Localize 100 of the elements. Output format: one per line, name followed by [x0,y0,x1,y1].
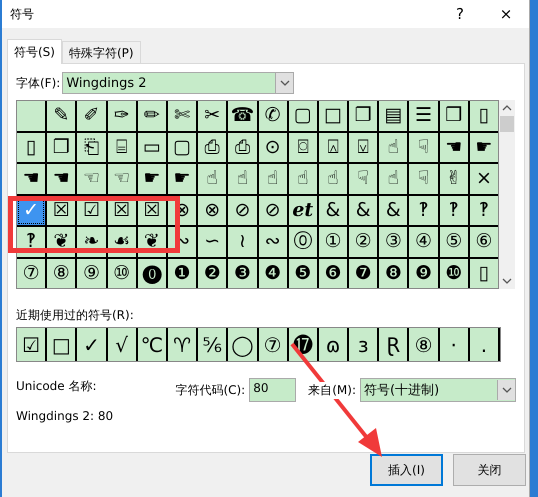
symbol-cell[interactable]: ❶ [168,258,196,288]
symbol-cell[interactable]: ⍓ [318,132,348,162]
recent-symbol-cell[interactable]: ℃ [138,328,166,361]
symbol-cell[interactable]: ☛ [168,164,196,194]
symbol-cell[interactable]: ▤ [379,101,408,130]
symbol-cell[interactable]: ④ [409,227,438,256]
symbol-cell[interactable]: ☰ [409,101,438,130]
scroll-down-icon[interactable] [502,276,512,286]
symbol-cell[interactable]: ⓪ [288,227,317,256]
symbol-cell[interactable]: ☜ [77,164,106,194]
symbol-cell[interactable]: ☎ [228,101,256,130]
symbol-cell[interactable]: & [318,196,348,225]
symbol-cell[interactable]: ≀ [228,227,256,256]
symbol-cell[interactable]: ⑩ [108,258,136,288]
symbol-cell[interactable]: ‽ [409,196,438,225]
symbol-cell[interactable]: ☛ [470,132,498,162]
symbol-cell[interactable]: ❿ [440,258,468,288]
chevron-down-icon[interactable] [502,385,512,395]
symbol-cell[interactable]: □ [318,101,348,130]
symbol-cell[interactable]: ⑤ [440,227,468,256]
symbol-cell[interactable]: & [379,196,408,225]
tab[interactable]: 符号(S) [7,39,62,64]
char-code-field[interactable]: 80 [249,378,296,402]
recent-symbol-cell[interactable]: Ɽ [379,328,408,361]
chevron-down-icon[interactable] [280,78,290,88]
close-button[interactable]: × [483,0,529,28]
symbol-cell[interactable]: ❻ [318,258,348,288]
symbol-cell[interactable]: ❒ [440,101,468,130]
symbol-cell[interactable]: ✏ [138,101,166,130]
symbol-cell[interactable]: ☛ [138,164,166,194]
scrollbar-thumb[interactable] [500,116,514,132]
recent-symbol-cell[interactable]: ɷ [318,328,348,361]
symbol-cell[interactable]: ☟ [409,164,438,194]
symbol-cell[interactable]: ⌸ [108,132,136,162]
symbol-cell[interactable]: ☝ [288,164,317,194]
close-dialog-button[interactable]: 关闭 [453,454,526,486]
symbol-cell[interactable]: ⌼ [288,132,317,162]
symbol-cell[interactable]: ‽ [470,196,498,225]
symbol-cell[interactable]: ⎗ [77,132,106,162]
symbol-cell[interactable]: ▭ [138,132,166,162]
scroll-up-icon[interactable] [502,103,512,113]
symbol-cell[interactable]: ❾ [409,258,438,288]
symbol-cell[interactable]: ⊗ [198,196,226,225]
symbol-cell[interactable]: ③ [379,227,408,256]
symbol-cell[interactable] [17,101,46,130]
symbol-cell[interactable]: ❼ [349,258,378,288]
symbol-cell[interactable]: ☝ [228,164,256,194]
symbol-cell[interactable]: ⎙ [228,132,256,162]
symbol-cell[interactable]: ⊘ [228,196,256,225]
symbol-cell[interactable]: ▢ [288,101,317,130]
symbol-cell[interactable]: ⓿ [138,258,166,288]
insert-button[interactable]: 插入(I) [370,454,443,486]
symbol-cell[interactable]: ∽ [198,227,226,256]
symbol-cell[interactable]: ▯ [17,132,46,162]
symbol-cell[interactable]: ∾ [258,227,287,256]
symbol-cell[interactable]: ✄ [168,101,196,130]
help-button[interactable]: ? [437,0,483,28]
recent-symbol-cell[interactable]: ⅚ [198,328,226,361]
symbol-cell[interactable]: ❐ [47,132,76,162]
font-dropdown[interactable]: Wingdings 2 [62,72,294,94]
symbol-cell[interactable]: ✂ [198,101,226,130]
symbol-cell[interactable]: ‽ [440,196,468,225]
recent-symbol-cell[interactable]: . [470,328,498,361]
symbol-cell[interactable]: ▢ [168,132,196,162]
symbol-cell[interactable]: ☝ [258,164,287,194]
symbol-cell[interactable]: ❐ [349,101,378,130]
symbol-cell[interactable]: ❽ [379,258,408,288]
symbol-cell[interactable]: ☟ [409,132,438,162]
symbol-cell[interactable]: ❸ [228,258,256,288]
symbol-cell[interactable]: ✌ [440,164,468,194]
symbol-cell[interactable]: & [349,196,378,225]
symbol-cell[interactable]: ☚ [47,164,76,194]
symbol-cell[interactable]: ⑦ [17,258,46,288]
recent-symbol-cell[interactable]: · [440,328,468,361]
from-dropdown[interactable]: 符号(十进制) [360,378,516,402]
symbol-cell[interactable]: ▯ [470,101,498,130]
symbol-cell[interactable]: ☚ [17,164,46,194]
symbol-cell[interactable]: ❷ [198,258,226,288]
symbol-cell[interactable]: ⎙ [198,132,226,162]
symbol-cell[interactable]: ✑ [108,101,136,130]
recent-symbol-cell[interactable]: ✓ [77,328,106,361]
recent-symbol-cell[interactable]: ⑦ [258,328,287,361]
symbol-cell[interactable]: ❹ [258,258,287,288]
symbol-cell[interactable]: ② [349,227,378,256]
symbol-cell[interactable]: ▯ [470,258,498,288]
symbol-cell[interactable]: × [470,164,498,194]
recent-symbol-cell[interactable]: ɜ [349,328,378,361]
symbol-cell[interactable]: ⑥ [470,227,498,256]
symbol-cell[interactable]: ⊙ [258,132,287,162]
recent-symbol-cell[interactable]: □ [47,328,76,361]
symbol-cell[interactable]: ⑧ [47,258,76,288]
symbol-cell[interactable]: ⑨ [77,258,106,288]
symbol-cell[interactable]: ☝ [379,164,408,194]
recent-symbol-cell[interactable]: √ [108,328,136,361]
recent-symbol-cell[interactable]: ◯ [228,328,256,361]
recent-symbol-cell[interactable]: ☑ [17,328,46,361]
symbol-cell[interactable]: ☝ [198,164,226,194]
symbol-cell[interactable]: ⊘ [258,196,287,225]
symbol-cell[interactable]: et [288,196,317,225]
symbol-cell[interactable]: ❺ [288,258,317,288]
